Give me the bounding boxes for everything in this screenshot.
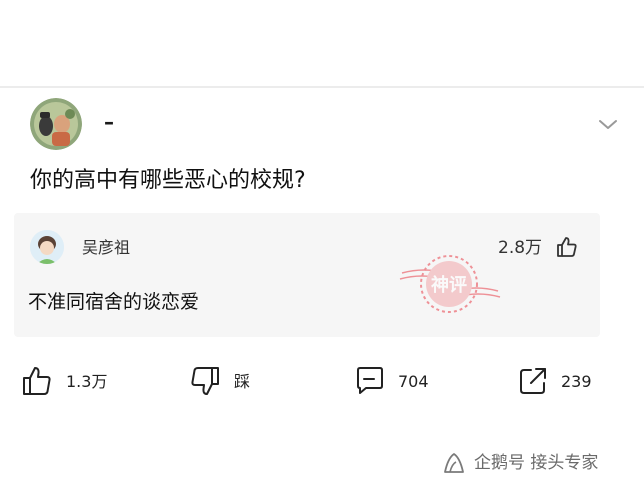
chevron-down-icon[interactable] <box>596 112 620 136</box>
post-header: – <box>30 98 620 154</box>
commenter-name[interactable]: 吴彦祖 <box>82 237 130 259</box>
author-name[interactable]: – <box>104 110 114 134</box>
top-divider <box>0 86 644 88</box>
hot-comment-card[interactable]: 神评 吴彦祖 2.8万 不准同宿舍的谈恋爱 <box>14 213 600 337</box>
hot-comment-stamp-icon: 神评 <box>394 229 504 337</box>
comment-button[interactable]: 704 <box>354 362 454 402</box>
thumbs-up-icon[interactable] <box>555 235 579 259</box>
penguin-logo-icon <box>442 452 466 474</box>
watermark-text: 企鹅号 接头专家 <box>474 453 599 473</box>
dislike-label: 踩 <box>234 372 251 391</box>
author-avatar[interactable] <box>30 98 82 150</box>
commenter-avatar[interactable] <box>30 230 64 264</box>
thumbs-up-icon <box>23 367 51 395</box>
comment-like-count: 2.8万 <box>498 238 543 258</box>
share-count: 239 <box>561 372 592 391</box>
thumbs-down-icon <box>191 367 219 395</box>
stamp-label: 神评 <box>431 274 467 296</box>
like-count: 1.3万 <box>66 372 108 391</box>
share-button[interactable]: 239 <box>517 362 617 402</box>
question-title[interactable]: 你的高中有哪些恶心的校规? <box>30 166 306 196</box>
comment-text: 不准同宿舍的谈恋爱 <box>28 291 200 313</box>
comment-count: 704 <box>398 372 429 391</box>
like-button[interactable]: 1.3万 <box>22 362 132 402</box>
action-bar: 1.3万 踩 704 239 <box>0 362 644 402</box>
share-icon <box>520 368 546 394</box>
comment-icon <box>357 367 383 394</box>
dislike-button[interactable]: 踩 <box>190 362 280 402</box>
